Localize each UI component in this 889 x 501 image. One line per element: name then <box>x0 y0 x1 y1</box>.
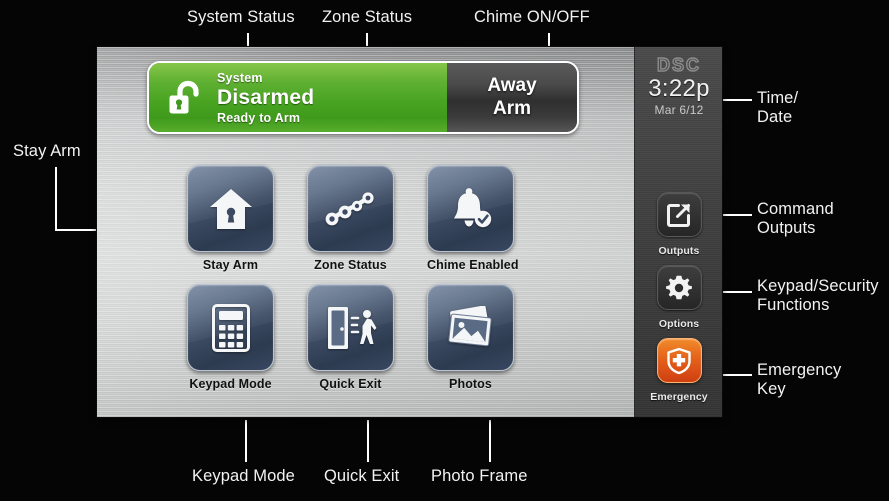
outputs-label: Outputs <box>658 245 700 257</box>
sidebar-item-outputs[interactable]: Outputs <box>635 192 722 257</box>
away-arm-button[interactable]: Away Arm <box>453 74 571 120</box>
quick-exit-button[interactable] <box>307 284 394 371</box>
keypad-icon <box>211 303 250 352</box>
annotation-stay-arm: Stay Arm <box>13 142 81 160</box>
tile-photos[interactable]: Photos <box>427 284 514 391</box>
sidebar-item-emergency[interactable]: Emergency <box>635 338 722 403</box>
tile-row-1: Stay Arm Zone Status Chime Enabled <box>187 165 567 272</box>
photo-stack-icon <box>447 305 492 346</box>
keypad-mode-button[interactable] <box>187 284 274 371</box>
leader-stayarm-vertical <box>55 167 57 231</box>
shield-cross-icon <box>667 347 691 374</box>
leader-keypad-mode <box>245 420 247 462</box>
tile-zone-status[interactable]: Zone Status <box>307 165 394 272</box>
annotation-quick-exit: Quick Exit <box>324 467 400 485</box>
annotated-panel-diagram: System Status Zone Status Chime ON/OFF S… <box>0 0 889 501</box>
zone-status-button[interactable] <box>307 165 394 252</box>
unlocked-padlock-icon <box>169 80 199 114</box>
status-ready-label: Ready to Arm <box>217 111 301 125</box>
gear-icon <box>666 275 692 299</box>
annotation-command-outputs: Command Outputs <box>757 200 834 237</box>
chime-enabled-label: Chime Enabled <box>427 258 519 272</box>
function-sidebar: DSC 3:22p Mar 6/12 Outputs Options Emerg… <box>634 47 722 417</box>
leader-quick-exit <box>367 420 369 462</box>
annotation-keypad-mode: Keypad Mode <box>192 467 295 485</box>
door-exit-person-icon <box>327 306 376 349</box>
status-state-label: Disarmed <box>217 86 315 109</box>
zone-sensors-icon <box>325 191 374 225</box>
annotation-chime-onoff: Chime ON/OFF <box>474 8 590 26</box>
bell-check-icon <box>453 187 491 227</box>
options-label: Options <box>658 318 700 330</box>
outputs-button[interactable] <box>656 192 702 237</box>
tile-row-2: Keypad Mode Quick Exit Photos <box>187 284 567 391</box>
clock-date: Mar 6/12 <box>654 103 704 117</box>
app-tile-grid: Stay Arm Zone Status Chime Enabled Keypa… <box>187 165 567 403</box>
emergency-button[interactable] <box>656 338 702 383</box>
house-keyhole-icon <box>209 188 252 229</box>
leader-photo-frame <box>489 420 491 462</box>
clock-time: 3:22p <box>648 75 710 102</box>
tile-quick-exit[interactable]: Quick Exit <box>307 284 394 391</box>
status-system-label: System <box>217 71 263 85</box>
tile-stay-arm[interactable]: Stay Arm <box>187 165 274 272</box>
options-button[interactable] <box>656 265 702 310</box>
status-text-block: System Disarmed Ready to Arm <box>217 71 314 126</box>
annotation-photo-frame: Photo Frame <box>431 467 528 485</box>
zone-status-label: Zone Status <box>314 258 387 272</box>
annotation-emergency-key: Emergency Key <box>757 361 842 398</box>
annotation-zone-status: Zone Status <box>322 8 413 26</box>
security-panel-device: System Disarmed Ready to Arm Away Arm St… <box>97 47 722 417</box>
chime-enabled-button[interactable] <box>427 165 514 252</box>
emergency-label: Emergency <box>650 391 708 403</box>
sidebar-item-options[interactable]: Options <box>635 265 722 330</box>
arrow-out-of-box-icon <box>667 203 690 227</box>
photos-label: Photos <box>449 377 492 391</box>
tile-keypad-mode[interactable]: Keypad Mode <box>187 284 274 391</box>
quick-exit-label: Quick Exit <box>319 377 382 391</box>
system-status-bar[interactable]: System Disarmed Ready to Arm Away Arm <box>147 61 579 134</box>
dsc-brand-logo: DSC <box>656 54 701 75</box>
keypad-mode-label: Keypad Mode <box>189 377 272 391</box>
annotation-system-status: System Status <box>187 8 295 26</box>
annotation-keypad-security-functions: Keypad/Security Functions <box>757 277 879 314</box>
stay-arm-label: Stay Arm <box>202 258 259 272</box>
stay-arm-button[interactable] <box>187 165 274 252</box>
photos-button[interactable] <box>427 284 514 371</box>
annotation-time-date: Time/ Date <box>757 89 799 126</box>
tile-chime-enabled[interactable]: Chime Enabled <box>427 165 519 272</box>
touchscreen-display: System Disarmed Ready to Arm Away Arm St… <box>97 47 634 417</box>
